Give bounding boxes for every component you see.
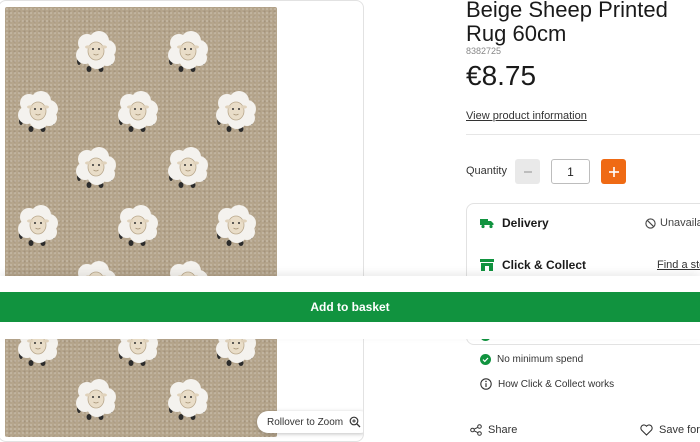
delivery-label: Delivery [502, 216, 549, 230]
view-product-information-link[interactable]: View product information [466, 110, 587, 122]
sheep-print [75, 147, 117, 189]
zoom-label: Rollover to Zoom [267, 416, 344, 428]
save-label: Save for l [659, 424, 700, 436]
share-button[interactable]: Share [470, 424, 517, 436]
heart-icon [640, 424, 653, 436]
sheep-print [167, 379, 209, 421]
product-price: €8.75 [466, 60, 537, 91]
unavailable-icon [645, 217, 656, 229]
sheep-print [215, 205, 257, 247]
store-icon [480, 259, 494, 271]
product-image[interactable] [5, 7, 277, 437]
check-circle-icon [480, 354, 491, 365]
click-collect-option: Click & Collect [480, 258, 586, 272]
product-image-card: Rollover to Zoom [0, 0, 364, 442]
sheep-print [75, 379, 117, 421]
sheep-print [75, 31, 117, 73]
rollover-zoom-badge[interactable]: Rollover to Zoom [257, 411, 363, 433]
quantity-label: Quantity [466, 165, 507, 177]
delivery-unavailable-status: Unavailab [645, 217, 700, 229]
how-click-collect-works-link[interactable]: How Click & Collect works [480, 378, 614, 390]
sheep-print [117, 205, 159, 247]
minus-icon [523, 170, 532, 173]
how-click-collect-works-text: How Click & Collect works [498, 378, 615, 390]
min-spend-note: No minimum spend [480, 354, 583, 365]
quantity-input[interactable] [551, 159, 590, 184]
info-icon [480, 378, 492, 390]
sheep-print [117, 91, 159, 133]
product-sku: 8382725 [466, 46, 502, 56]
min-spend-text: No minimum spend [497, 354, 584, 365]
quantity-decrease-button[interactable] [515, 159, 540, 184]
share-label: Share [488, 424, 518, 436]
product-title: Beige Sheep Printed Rug 60cm [466, 0, 668, 46]
zoom-in-icon [349, 416, 361, 428]
add-to-basket-button[interactable]: Add to basket [0, 292, 700, 322]
find-a-store-link[interactable]: Find a sto [657, 259, 700, 271]
sheep-print [167, 147, 209, 189]
share-icon [470, 424, 482, 436]
sheep-print [17, 91, 59, 133]
truck-icon [480, 218, 494, 228]
delivery-option: Delivery [480, 216, 549, 230]
delivery-status-text: Unavailab [660, 217, 700, 229]
quantity-increase-button[interactable] [601, 159, 626, 184]
plus-icon [608, 166, 619, 177]
sheep-print [17, 205, 59, 247]
save-for-later-button[interactable]: Save for l [640, 424, 700, 436]
divider [466, 134, 700, 135]
sheep-print [215, 91, 257, 133]
click-collect-label: Click & Collect [502, 258, 587, 272]
sheep-print [167, 31, 209, 73]
